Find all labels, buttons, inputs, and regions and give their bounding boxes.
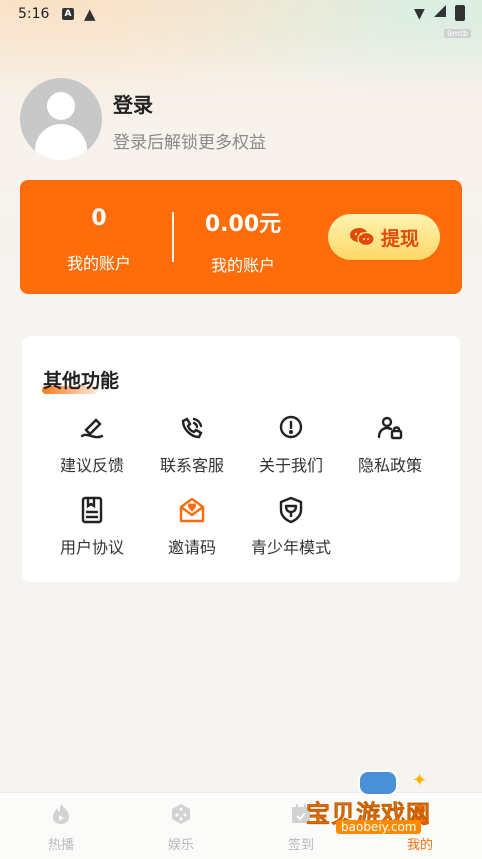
status-bar: 5:16 A ▲ ▼ 9mtb — [0, 0, 482, 38]
agreement-document-icon — [78, 496, 106, 524]
section-title: 其他功能 — [43, 370, 120, 392]
phone-support-icon — [178, 414, 206, 442]
user-agreement-label: 用户协议 — [59, 538, 124, 557]
teen-mode-label: 青少年模式 — [250, 538, 331, 557]
tab-entertainment[interactable]: 娱乐 — [131, 793, 231, 859]
status-time: 5:16 — [18, 6, 50, 22]
battery-icon — [455, 5, 465, 21]
watermark: ✦ 宝贝游戏网 baobeiy.com — [306, 766, 458, 844]
star-icon: ✦ — [412, 770, 428, 791]
withdraw-label: 提现 — [380, 227, 419, 250]
feedback-pen-icon — [78, 414, 106, 442]
invite-code-label: 邀请码 — [167, 538, 216, 557]
privacy-policy-item[interactable]: 隐私政策 — [340, 414, 440, 484]
contact-support-item[interactable]: 联系客服 — [142, 414, 242, 484]
balance-value: 0 — [91, 206, 107, 231]
status-tag: 9mtb — [444, 29, 472, 38]
login-title[interactable]: 登录 — [113, 89, 153, 118]
avatar-body-shape — [35, 124, 87, 160]
wallet-card: 0 我的账户 0.00元 我的账户 提现 — [20, 180, 462, 294]
teen-mode-item[interactable]: 青少年模式 — [241, 496, 341, 566]
feedback-label: 建议反馈 — [59, 456, 124, 475]
balance-label: 我的账户 — [66, 254, 131, 273]
about-us-label: 关于我们 — [258, 456, 323, 475]
tab-hot-label: 热播 — [47, 838, 74, 853]
feedback-item[interactable]: 建议反馈 — [42, 414, 142, 484]
dice-icon — [170, 803, 192, 825]
signal-icon — [434, 5, 446, 17]
privacy-user-lock-icon — [376, 414, 404, 442]
cash-label: 我的账户 — [210, 256, 275, 275]
cash-value: 0.00元 — [204, 212, 282, 237]
invite-code-item[interactable]: 邀请码 — [142, 496, 242, 566]
watermark-url: baobeiy.com — [336, 820, 422, 834]
wechat-icon — [349, 227, 375, 247]
gamepad-icon — [358, 770, 398, 796]
wallet-divider — [172, 212, 174, 262]
avatar[interactable] — [20, 78, 102, 160]
notification-a-icon: A — [62, 8, 74, 20]
user-agreement-item[interactable]: 用户协议 — [42, 496, 142, 566]
tab-entertainment-label: 娱乐 — [167, 838, 194, 853]
warning-icon: ▲ — [84, 5, 96, 23]
tab-hot[interactable]: 热播 — [11, 793, 111, 859]
contact-support-label: 联系客服 — [159, 456, 224, 475]
wifi-icon: ▼ — [414, 6, 425, 22]
about-us-item[interactable]: 关于我们 — [241, 414, 341, 484]
avatar-head-shape — [47, 92, 75, 120]
withdraw-button[interactable]: 提现 — [328, 214, 440, 260]
other-functions-card: 其他功能 建议反馈 联系客服 关于我们 隐私政策 用户协议 邀请码 青少年模式 — [22, 336, 460, 582]
info-alert-icon — [277, 414, 305, 442]
invite-envelope-icon — [178, 496, 206, 524]
privacy-policy-label: 隐私政策 — [357, 456, 422, 475]
play-flame-icon — [50, 803, 72, 825]
teen-shield-icon — [277, 496, 305, 524]
login-subtitle: 登录后解锁更多权益 — [113, 133, 266, 153]
